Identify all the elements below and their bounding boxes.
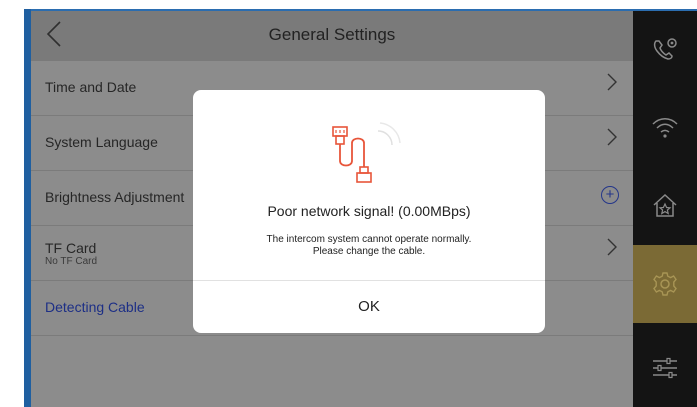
sidebar <box>633 11 697 407</box>
sidebar-item-settings[interactable] <box>633 245 697 323</box>
dialog-message-line: The intercom system cannot operate norma… <box>266 234 472 245</box>
dialog-title: Poor network signal! (0.00MBps) <box>267 203 471 219</box>
window-edge <box>24 9 31 407</box>
sidebar-item-adjustments[interactable] <box>633 329 697 407</box>
row-sublabel: No TF Card <box>45 256 98 267</box>
chevron-right-icon <box>607 128 617 150</box>
ok-button[interactable]: OK <box>193 281 545 333</box>
chevron-right-icon <box>607 73 617 95</box>
dialog-message: The intercom system cannot operate norma… <box>193 234 545 258</box>
plus-circle-icon[interactable]: + <box>601 186 619 204</box>
sidebar-item-home[interactable] <box>633 167 697 245</box>
row-label: System Language <box>45 134 158 150</box>
phone-settings-icon <box>653 38 677 60</box>
row-label: Detecting Cable <box>45 299 145 315</box>
wifi-icon <box>652 118 678 138</box>
home-icon <box>653 193 677 217</box>
row-label: Time and Date <box>45 79 137 95</box>
sidebar-item-network[interactable] <box>633 89 697 167</box>
title-bar: General Settings <box>31 11 633 61</box>
row-label: TF Card <box>45 240 97 256</box>
sidebar-item-call-settings[interactable] <box>633 11 697 89</box>
dialog-message-line: Please change the cable. <box>312 246 426 257</box>
chevron-right-icon <box>607 238 617 260</box>
gear-icon <box>653 272 677 296</box>
network-cable-icon <box>332 122 401 183</box>
row-label: Brightness Adjustment <box>45 189 185 205</box>
network-alert-dialog: Poor network signal! (0.00MBps) The inte… <box>193 90 545 333</box>
page-title: General Settings <box>268 25 396 44</box>
sliders-icon <box>653 357 677 379</box>
